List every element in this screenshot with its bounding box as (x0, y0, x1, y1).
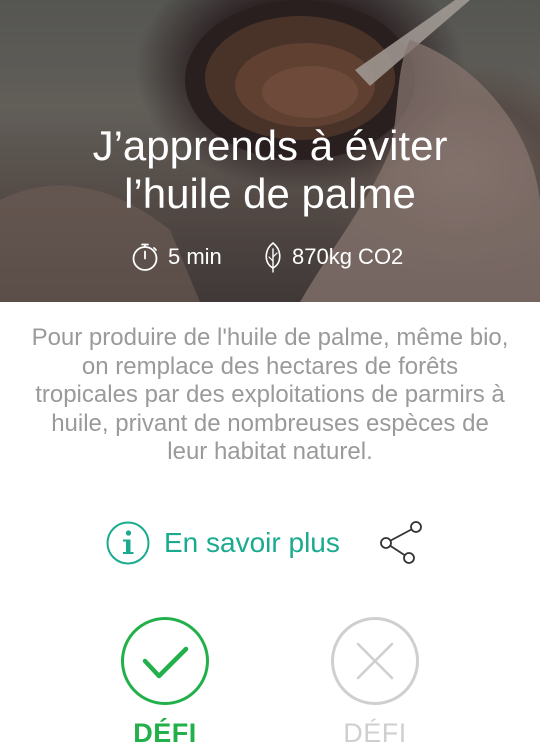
leaf-icon (265, 241, 281, 273)
timer-icon (132, 243, 158, 271)
challenge-title-line-2: l’huile de palme (124, 170, 416, 217)
duration-value: 5 min (168, 244, 222, 269)
learn-more-label: En savoir plus (164, 527, 340, 558)
hero-banner: J’apprends à éviter l’huile de palme 5 m… (0, 0, 540, 302)
close-icon (331, 617, 419, 705)
info-icon (106, 521, 150, 565)
co2-info: 870kg CO2 (262, 240, 403, 274)
decline-challenge-label: DÉFI (343, 718, 407, 748)
challenge-meta: 5 min 870kg CO2 (0, 240, 540, 274)
co2-value: 870kg CO2 (292, 244, 404, 269)
check-icon (121, 617, 209, 705)
duration-info: 5 min (130, 240, 222, 274)
accept-challenge-label: DÉFI (133, 718, 197, 748)
challenge-description: Pour produire de l'huile de palme, même … (31, 324, 509, 465)
challenge-title: J’apprends à éviter l’huile de palme (0, 122, 540, 218)
learn-more-link[interactable]: En savoir plus (106, 521, 340, 565)
challenge-title-line-1: J’apprends à éviter (92, 122, 448, 169)
share-icon[interactable] (378, 520, 426, 566)
